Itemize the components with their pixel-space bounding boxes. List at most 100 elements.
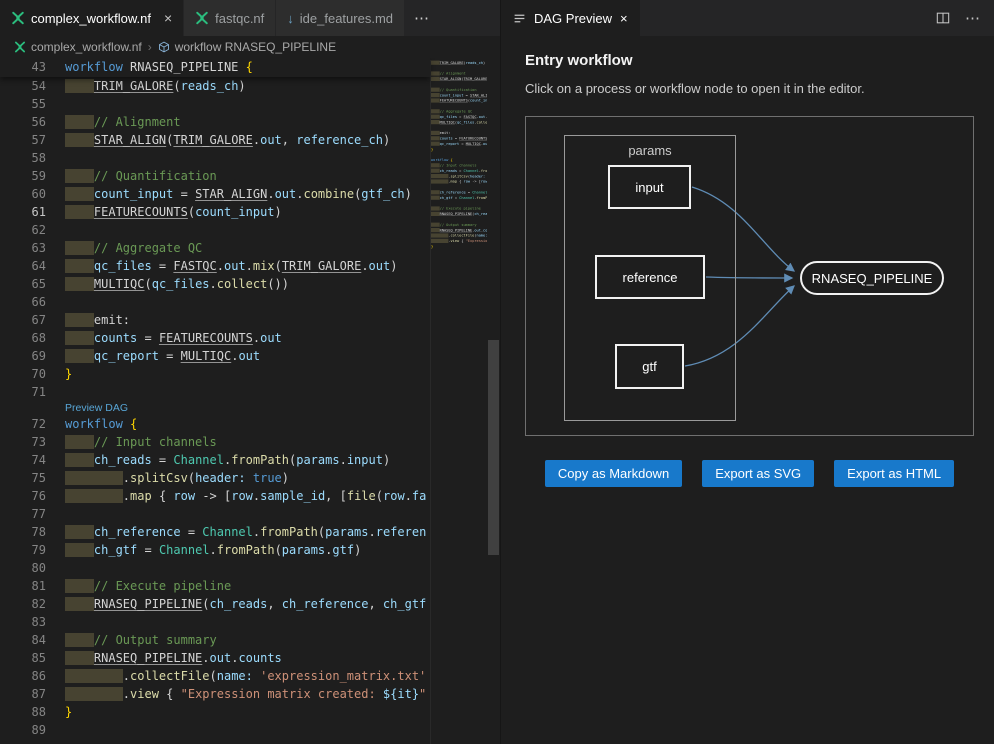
code-line-text[interactable]: TRIM_GALORE(reads_ch): [65, 77, 246, 95]
line-number[interactable]: 87: [0, 685, 46, 703]
line-number[interactable]: 79: [0, 541, 46, 559]
line-number[interactable]: 89: [0, 721, 46, 739]
code-line-69[interactable]: 69 qc_report = MULTIQC.out: [0, 347, 430, 365]
sticky-scroll-line[interactable]: 43 workflow RNASEQ_PIPELINE {: [0, 58, 430, 77]
code-line-74[interactable]: 74 ch_reads = Channel.fromPath(params.in…: [0, 451, 430, 469]
code-line-57[interactable]: 57 STAR_ALIGN(TRIM_GALORE.out, reference…: [0, 131, 430, 149]
code-line-text[interactable]: // Execute pipeline: [65, 577, 231, 595]
line-number[interactable]: 56: [0, 113, 46, 131]
code-line-text[interactable]: FEATURECOUNTS(count_input): [65, 203, 282, 221]
code-line-80[interactable]: 80: [0, 559, 430, 577]
line-number[interactable]: 88: [0, 703, 46, 721]
line-number[interactable]: 83: [0, 613, 46, 631]
code-line-text[interactable]: // Alignment: [65, 113, 181, 131]
line-number[interactable]: 67: [0, 311, 46, 329]
code-line-88[interactable]: 88}: [0, 703, 430, 721]
code-line-87[interactable]: 87 .view { "Expression matrix created: $…: [0, 685, 430, 703]
export-as-svg-button[interactable]: Export as SVG: [702, 460, 814, 487]
more-actions-icon[interactable]: ⋯: [965, 9, 981, 27]
close-icon[interactable]: ×: [620, 11, 628, 26]
code-line-81[interactable]: 81 // Execute pipeline: [0, 577, 430, 595]
tab-complex-workflow-nf[interactable]: complex_workflow.nf ×: [0, 0, 184, 36]
code-line-54[interactable]: 54 TRIM_GALORE(reads_ch): [0, 77, 430, 95]
code-line-83[interactable]: 83: [0, 613, 430, 631]
code-line-73[interactable]: 73 // Input channels: [0, 433, 430, 451]
code-line-82[interactable]: 82 RNASEQ_PIPELINE(ch_reads, ch_referenc…: [0, 595, 430, 613]
code-line-62[interactable]: 62: [0, 221, 430, 239]
minimap[interactable]: TRIM_GALORE(reads_ch) // Alignment STAR_…: [430, 60, 487, 744]
line-number[interactable]: 58: [0, 149, 46, 167]
code-line-text[interactable]: .view { "Expression matrix created: ${it…: [65, 685, 426, 703]
line-number[interactable]: 80: [0, 559, 46, 577]
line-number[interactable]: 43: [0, 58, 46, 76]
line-number[interactable]: 74: [0, 451, 46, 469]
tab-ide-features-md[interactable]: ↓ ide_features.md: [276, 0, 405, 36]
line-number[interactable]: 85: [0, 649, 46, 667]
code-line-65[interactable]: 65 MULTIQC(qc_files.collect()): [0, 275, 430, 293]
code-line-76[interactable]: 76 .map { row -> [row.sample_id, [file(r…: [0, 487, 430, 505]
code-line-text[interactable]: // Input channels: [65, 433, 217, 451]
code-line-text[interactable]: count_input = STAR_ALIGN.out.combine(gtf…: [65, 185, 412, 203]
code-line-text[interactable]: ch_gtf = Channel.fromPath(params.gtf): [65, 541, 361, 559]
code-line-64[interactable]: 64 qc_files = FASTQC.out.mix(TRIM_GALORE…: [0, 257, 430, 275]
code-line-70[interactable]: 70}: [0, 365, 430, 383]
tab-fastqc-nf[interactable]: fastqc.nf: [184, 0, 276, 36]
line-number[interactable]: 55: [0, 95, 46, 113]
code-line-text[interactable]: RNASEQ_PIPELINE(ch_reads, ch_reference, …: [65, 595, 426, 613]
code-line-66[interactable]: 66: [0, 293, 430, 311]
code-line-text[interactable]: }: [65, 703, 72, 721]
breadcrumb-file[interactable]: complex_workflow.nf: [14, 40, 142, 54]
line-number[interactable]: 70: [0, 365, 46, 383]
split-editor-icon[interactable]: [936, 11, 950, 25]
code-line-67[interactable]: 67 emit:: [0, 311, 430, 329]
line-number[interactable]: 57: [0, 131, 46, 149]
code-line-77[interactable]: 77: [0, 505, 430, 523]
code-line-text[interactable]: ch_reads = Channel.fromPath(params.input…: [65, 451, 390, 469]
code-line-text[interactable]: // Quantification: [65, 167, 217, 185]
code-line-text[interactable]: }: [65, 365, 72, 383]
code-line-text[interactable]: counts = FEATURECOUNTS.out: [65, 329, 282, 347]
line-number[interactable]: 78: [0, 523, 46, 541]
code-line-text[interactable]: .splitCsv(header: true): [65, 469, 289, 487]
code-line-55[interactable]: 55: [0, 95, 430, 113]
line-number[interactable]: 84: [0, 631, 46, 649]
code-line-text[interactable]: STAR_ALIGN(TRIM_GALORE.out, reference_ch…: [65, 131, 390, 149]
line-number[interactable]: 77: [0, 505, 46, 523]
code-line-86[interactable]: 86 .collectFile(name: 'expression_matrix…: [0, 667, 430, 685]
line-number[interactable]: 76: [0, 487, 46, 505]
line-number[interactable]: 64: [0, 257, 46, 275]
code-line-text[interactable]: qc_report = MULTIQC.out: [65, 347, 260, 365]
scrollbar-thumb[interactable]: [488, 340, 499, 555]
close-icon[interactable]: ×: [164, 11, 172, 25]
code-line-72[interactable]: 72workflow {: [0, 415, 430, 433]
code-line-text[interactable]: ch_reference = Channel.fromPath(params.r…: [65, 523, 426, 541]
line-number[interactable]: 68: [0, 329, 46, 347]
breadcrumb-symbol[interactable]: workflow RNASEQ_PIPELINE: [158, 40, 336, 54]
code-line-56[interactable]: 56 // Alignment: [0, 113, 430, 131]
code-line-43[interactable]: 43 workflow RNASEQ_PIPELINE {: [0, 58, 430, 76]
tab-dag-preview[interactable]: DAG Preview ×: [501, 0, 640, 36]
dag-node-rnaseq-pipeline[interactable]: RNASEQ_PIPELINE: [800, 261, 944, 295]
code-line-63[interactable]: 63 // Aggregate QC: [0, 239, 430, 257]
codelens-preview-dag[interactable]: Preview DAG: [0, 401, 430, 415]
line-number[interactable]: 86: [0, 667, 46, 685]
code-line-61[interactable]: 61 FEATURECOUNTS(count_input): [0, 203, 430, 221]
line-number[interactable]: 71: [0, 383, 46, 401]
code-line-text[interactable]: // Output summary: [65, 631, 217, 649]
copy-as-markdown-button[interactable]: Copy as Markdown: [545, 460, 682, 487]
line-number[interactable]: 61: [0, 203, 46, 221]
code-line-text[interactable]: emit:: [65, 311, 130, 329]
line-number[interactable]: 75: [0, 469, 46, 487]
dag-node-gtf[interactable]: gtf: [615, 344, 684, 389]
code-line-85[interactable]: 85 RNASEQ_PIPELINE.out.counts: [0, 649, 430, 667]
line-number[interactable]: 82: [0, 595, 46, 613]
code-line-text[interactable]: .map { row -> [row.sample_id, [file(row.…: [65, 487, 426, 505]
export-as-html-button[interactable]: Export as HTML: [834, 460, 954, 487]
line-number[interactable]: 60: [0, 185, 46, 203]
code-line-text[interactable]: workflow RNASEQ_PIPELINE {: [65, 58, 253, 76]
code-editor[interactable]: 43 workflow RNASEQ_PIPELINE { 54 TRIM_GAL…: [0, 58, 500, 744]
code-line-89[interactable]: 89: [0, 721, 430, 739]
code-line-59[interactable]: 59 // Quantification: [0, 167, 430, 185]
code-line-text[interactable]: workflow {: [65, 415, 137, 433]
code-line-71[interactable]: 71: [0, 383, 430, 401]
